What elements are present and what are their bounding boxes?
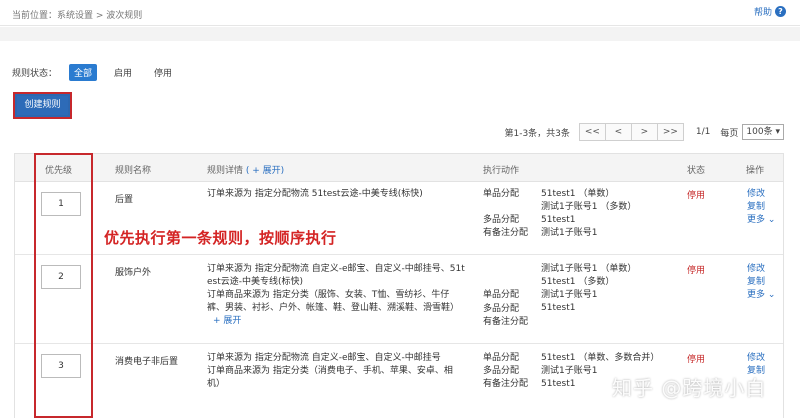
action-labels: 单品分配 多品分配 有备注分配 [483, 188, 528, 240]
rule-detail: 订单来源为 指定分配物流 自定义-e邮宝、自定义-中邮挂号、51t est云途-… [207, 263, 469, 328]
header-priority: 优先级 [45, 166, 73, 176]
more-label: 更多 [747, 290, 766, 300]
header-ops: 操作 [746, 166, 765, 176]
expand-all-link[interactable]: ( + 展开) [246, 166, 284, 176]
per-page-value: 100条 [746, 127, 773, 137]
next-page-button[interactable]: > [630, 123, 658, 141]
action-label: 多品分配 [483, 366, 520, 376]
copy-link[interactable]: 复制 [747, 276, 775, 289]
status-badge: 停用 [687, 191, 706, 201]
top-bar: 当前位置：系统设置 > 波次规则 帮助 ? [0, 0, 800, 26]
header-action: 执行动作 [483, 166, 520, 176]
status-option-enabled[interactable]: 启用 [109, 64, 137, 81]
action-value: 51test1 （多数） [541, 277, 615, 287]
rule-detail-line: 订单来源为 指定分配物流 51test云途-中美专线(标快) [207, 189, 423, 199]
action-values: 测试1子账号1 （单数） 51test1 （多数） 测试1子账号1 51test… [541, 263, 636, 315]
status-filter: 规则状态： 全部 启用 停用 [12, 64, 177, 81]
create-rule-label: 创建规则 [17, 96, 68, 115]
per-page-label: 每页 [720, 128, 739, 139]
section-divider [0, 27, 800, 41]
annotation-text: 优先执行第一条规则，按顺序执行 [104, 229, 337, 247]
action-value: 51test1 （单数、多数合并） [541, 353, 660, 363]
expand-link[interactable]: + 展开 [207, 315, 469, 328]
rule-detail-line: 裤、男装、衬衫、户外、帐篷、鞋、登山鞋、溯溪鞋、滑雪鞋） [207, 303, 460, 313]
more-dropdown[interactable]: 更多 ⌄ [747, 214, 775, 227]
rule-detail-line: 订单商品来源为 指定分类（消费电子、手机、苹果、安卓、相 [207, 366, 453, 376]
action-value: 测试1子账号1 （单数） [541, 264, 637, 274]
header-name: 规则名称 [115, 166, 152, 176]
header-detail-label: 规则详情 [207, 166, 244, 176]
copy-link[interactable]: 复制 [747, 201, 775, 214]
rule-detail-line: 订单来源为 指定分配物流 自定义-e邮宝、自定义-中邮挂号、51t [207, 264, 465, 274]
table-row: 2 服饰户外 订单来源为 指定分配物流 自定义-e邮宝、自定义-中邮挂号、51t… [15, 255, 783, 344]
page-indicator: 1/1 [695, 127, 711, 137]
priority-input[interactable]: 3 [41, 354, 81, 378]
action-value: 51test1 [541, 215, 576, 225]
create-rule-button[interactable]: 创建规则 [13, 92, 72, 119]
action-value: 测试1子账号1 （多数） [541, 202, 637, 212]
table-header: 优先级 规则名称 规则详情 ( + 展开) 执行动作 状态 操作 [15, 154, 783, 182]
watermark: 知乎 @跨境小白 [612, 376, 767, 400]
rule-detail: 订单来源为 指定分配物流 51test云途-中美专线(标快) [207, 188, 469, 201]
action-values: 51test1 （单数） 测试1子账号1 （多数） 51test1 测试1子账号… [541, 188, 636, 240]
action-value: 测试1子账号1 [541, 228, 598, 238]
row-ops: 修改 复制 更多 ⌄ [747, 263, 775, 302]
rule-name: 后置 [115, 195, 134, 205]
action-label: 有备注分配 [483, 379, 529, 389]
per-page-select[interactable]: 100条 ▾ [742, 124, 784, 140]
pagination-info: 第1-3条，共3条 [504, 128, 570, 139]
rule-detail-line: 订单来源为 指定分配物流 自定义-e邮宝、自定义-中邮挂号 [207, 353, 441, 363]
action-label: 单品分配 [483, 290, 520, 300]
more-label: 更多 [747, 215, 766, 225]
rule-name: 服饰户外 [115, 268, 152, 278]
first-page-button[interactable]: << [578, 123, 606, 141]
action-label: 单品分配 [483, 353, 520, 363]
rule-detail-line: est云途-中美专线(标快) [207, 277, 304, 287]
action-label: 有备注分配 [483, 228, 529, 238]
status-option-disabled[interactable]: 停用 [149, 64, 177, 81]
help-link[interactable]: 帮助 ? [754, 5, 786, 18]
action-label: 有备注分配 [483, 317, 529, 327]
edit-link[interactable]: 修改 [747, 263, 775, 276]
priority-input[interactable]: 2 [41, 265, 81, 289]
chevron-down-icon: ⌄ [767, 290, 776, 300]
action-label: 单品分配 [483, 189, 520, 199]
row-ops: 修改 复制 更多 ⌄ [747, 188, 775, 227]
help-label: 帮助 [753, 8, 772, 18]
prev-page-button[interactable]: < [604, 123, 632, 141]
action-labels: 单品分配 多品分配 有备注分配 [483, 352, 528, 391]
pagination: 第1-3条，共3条 << < > >> 1/1 每页 100条 ▾ [504, 123, 784, 141]
action-label: 多品分配 [483, 304, 520, 314]
header-status: 状态 [687, 166, 706, 176]
edit-link[interactable]: 修改 [747, 188, 775, 201]
priority-input[interactable]: 1 [41, 192, 81, 216]
action-value: 51test1 （单数） [541, 189, 615, 199]
status-badge: 停用 [687, 355, 706, 365]
edit-link[interactable]: 修改 [747, 352, 765, 365]
rule-name: 消费电子非后置 [115, 357, 179, 367]
help-icon: ? [775, 6, 786, 17]
rule-detail-line: 订单商品来源为 指定分类（服饰、女装、T恤、雪纺衫、牛仔 [207, 290, 450, 300]
action-labels: 单品分配 多品分配 有备注分配 [483, 263, 528, 329]
chevron-down-icon: ⌄ [767, 215, 776, 225]
action-label: 多品分配 [483, 215, 520, 225]
more-dropdown[interactable]: 更多 ⌄ [747, 289, 775, 302]
action-value: 测试1子账号1 [541, 290, 598, 300]
status-filter-label: 规则状态： [12, 69, 58, 79]
status-badge: 停用 [687, 266, 706, 276]
breadcrumb: 当前位置：系统设置 > 波次规则 [12, 11, 143, 21]
header-detail: 规则详情 ( + 展开) [207, 163, 284, 176]
status-option-all[interactable]: 全部 [69, 64, 98, 81]
rule-detail-line: 机） [207, 379, 226, 389]
last-page-button[interactable]: >> [656, 123, 684, 141]
action-value: 51test1 [541, 303, 576, 313]
rule-detail: 订单来源为 指定分配物流 自定义-e邮宝、自定义-中邮挂号 订单商品来源为 指定… [207, 352, 469, 391]
